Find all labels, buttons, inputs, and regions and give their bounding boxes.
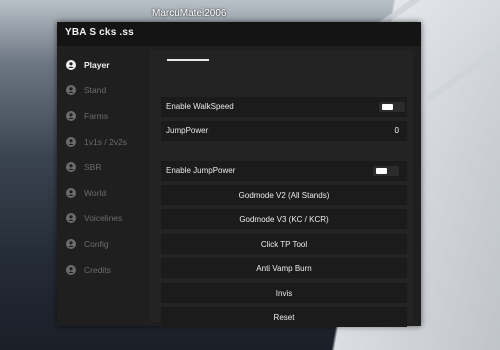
sidebar-item-label: Player [84, 59, 110, 70]
sidebar-item-voicelines[interactable]: Voicelines [57, 206, 149, 232]
walkspeed-toggle[interactable] [379, 102, 405, 112]
reset-button[interactable]: Reset [161, 307, 407, 327]
anti-vamp-burn-button[interactable]: Anti Vamp Burn [161, 258, 407, 278]
jumppower-input-row[interactable]: JumpPower 0 [161, 121, 407, 141]
script-hub-window: YBA S cks .ss Player Stand Farms 1v1s / … [57, 22, 421, 327]
player-tab-content: Enable WalkSpeed JumpPower 0 Enable Jump… [149, 50, 413, 327]
sidebar-item-stand[interactable]: Stand [57, 78, 149, 104]
sidebar-item-player[interactable]: Player [57, 52, 149, 78]
sidebar-item-label: Credits [84, 264, 111, 275]
invis-button[interactable]: Invis [161, 283, 407, 303]
user-circle-icon [66, 85, 76, 96]
sidebar-item-credits[interactable]: Credits [57, 257, 149, 283]
godmode-v3-button[interactable]: Godmode V3 (KC / KCR) [161, 209, 407, 229]
sidebar-nav: Player Stand Farms 1v1s / 2v2s SBR World… [57, 52, 149, 282]
user-circle-icon [66, 187, 76, 198]
godmode-v2-button[interactable]: Godmode V2 (All Stands) [161, 185, 407, 205]
window-title: YBA S cks .ss [65, 27, 134, 38]
sidebar-item-label: Farms [84, 110, 109, 121]
user-circle-icon [66, 110, 76, 121]
jumppower-toggle-label: Enable JumpPower [166, 166, 236, 175]
player-username: MarcuMatei2006 [152, 8, 227, 19]
user-circle-icon [66, 213, 76, 224]
toggle-knob [376, 168, 387, 174]
click-tp-tool-button[interactable]: Click TP Tool [161, 234, 407, 254]
user-circle-icon [66, 59, 76, 70]
sidebar-item-config[interactable]: Config [57, 231, 149, 257]
walkspeed-toggle-label: Enable WalkSpeed [166, 102, 234, 111]
title-bar[interactable]: YBA S cks .ss [57, 22, 421, 46]
jumppower-toggle-row[interactable]: Enable JumpPower [161, 161, 407, 181]
jumppower-value[interactable]: 0 [395, 126, 399, 135]
sidebar-item-world[interactable]: World [57, 180, 149, 206]
sidebar-item-label: Voicelines [84, 213, 123, 224]
sidebar-item-sbr[interactable]: SBR [57, 154, 149, 180]
jumppower-label: JumpPower [166, 126, 209, 135]
user-circle-icon [66, 238, 76, 249]
sidebar-item-label: World [84, 187, 107, 198]
sidebar-item-label: Config [84, 238, 109, 249]
sidebar-item-farms[interactable]: Farms [57, 103, 149, 129]
walkspeed-toggle-row[interactable]: Enable WalkSpeed [161, 97, 407, 117]
sidebar-item-label: 1v1s / 2v2s [84, 136, 127, 147]
user-circle-icon [66, 136, 76, 147]
sidebar-item-1v1s-2v2s[interactable]: 1v1s / 2v2s [57, 129, 149, 155]
scroll-indicator[interactable] [167, 59, 209, 61]
jumppower-toggle[interactable] [373, 166, 399, 176]
sidebar-item-label: Stand [84, 85, 107, 96]
user-circle-icon [66, 264, 76, 275]
sidebar-item-label: SBR [84, 162, 102, 173]
toggle-knob [382, 104, 393, 110]
user-circle-icon [66, 162, 76, 173]
